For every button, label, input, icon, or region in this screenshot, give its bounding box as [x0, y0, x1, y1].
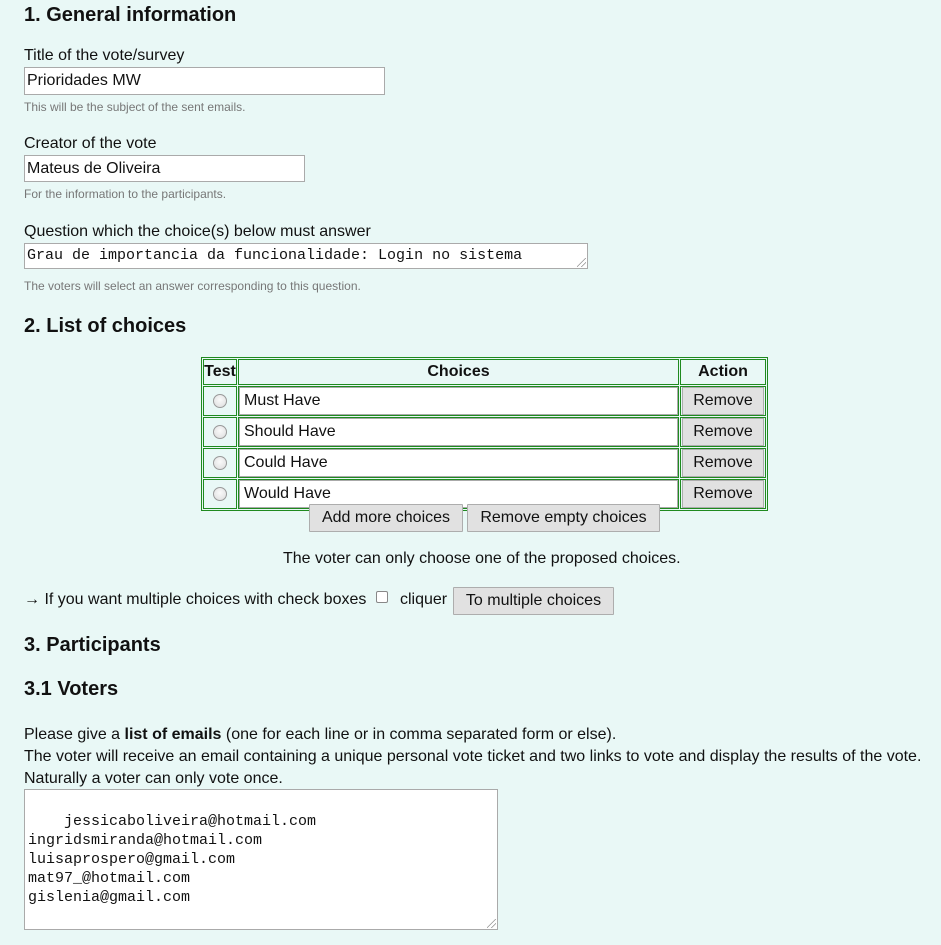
test-cell — [203, 448, 237, 478]
choices-table-header: Test Choices Action — [203, 359, 766, 385]
choices-table: Test Choices Action Must Have Remove Sho… — [201, 357, 768, 511]
test-radio[interactable] — [213, 394, 227, 408]
action-cell: Remove — [680, 417, 766, 447]
choice-row: Should Have Remove — [203, 417, 766, 447]
choice-row: Could Have Remove — [203, 448, 766, 478]
creator-input[interactable]: Mateus de Oliveira — [24, 155, 305, 182]
title-label: Title of the vote/survey — [24, 47, 185, 64]
voters-intro-before: Please give a — [24, 726, 125, 743]
column-action: Action — [680, 359, 766, 385]
test-cell — [203, 417, 237, 447]
voter-emails-text: jessicaboliveira@hotmail.com ingridsmira… — [28, 813, 317, 906]
voters-intro-bold: list of emails — [124, 726, 222, 743]
choice-row: Must Have Remove — [203, 386, 766, 416]
resize-handle-icon[interactable] — [487, 919, 496, 928]
remove-choice-button[interactable]: Remove — [682, 449, 764, 477]
column-test: Test — [203, 359, 237, 385]
multiple-choice-checkbox[interactable] — [376, 591, 388, 603]
choice-input[interactable]: Should Have — [239, 418, 678, 446]
choice-cell: Should Have — [238, 417, 679, 447]
question-textarea[interactable]: Grau de importancia da funcionalidade: L… — [24, 243, 588, 269]
cliquer-label: cliquer — [400, 591, 448, 608]
section-participants-heading: 3. Participants — [24, 634, 161, 656]
remove-choice-button[interactable]: Remove — [682, 387, 764, 415]
choice-cell: Must Have — [238, 386, 679, 416]
question-text: Grau de importancia da funcionalidade: L… — [27, 247, 523, 264]
column-choices: Choices — [238, 359, 679, 385]
choice-cell: Could Have — [238, 448, 679, 478]
test-cell — [203, 386, 237, 416]
voters-intro-after: (one for each line or in comma separated… — [221, 726, 617, 743]
creator-hint: For the information to the participants. — [24, 187, 227, 201]
section-general-heading: 1. General information — [24, 4, 237, 26]
to-multiple-choices-button[interactable]: To multiple choices — [453, 587, 614, 615]
choice-input[interactable]: Could Have — [239, 449, 678, 477]
multi-choice-prefix: → If you want multiple choices with chec… — [24, 591, 367, 608]
question-hint: The voters will select an answer corresp… — [24, 279, 361, 293]
action-cell: Remove — [680, 479, 766, 509]
test-radio[interactable] — [213, 425, 227, 439]
single-choice-note: The voter can only choose one of the pro… — [283, 550, 681, 567]
section-choices-heading: 2. List of choices — [24, 315, 187, 337]
resize-handle-icon[interactable] — [577, 258, 586, 267]
action-cell: Remove — [680, 386, 766, 416]
test-radio[interactable] — [213, 456, 227, 470]
creator-label: Creator of the vote — [24, 135, 157, 152]
remove-choice-button[interactable]: Remove — [682, 480, 764, 508]
test-cell — [203, 479, 237, 509]
title-input[interactable]: Prioridades MW — [24, 67, 385, 95]
remove-choice-button[interactable]: Remove — [682, 418, 764, 446]
voters-line2: The voter will receive an email containi… — [24, 748, 922, 765]
add-more-choices-button[interactable]: Add more choices — [309, 504, 463, 532]
action-cell: Remove — [680, 448, 766, 478]
voter-emails-textarea[interactable]: jessicaboliveira@hotmail.com ingridsmira… — [24, 789, 498, 930]
remove-empty-choices-button[interactable]: Remove empty choices — [467, 504, 660, 532]
choice-input[interactable]: Must Have — [239, 387, 678, 415]
test-radio[interactable] — [213, 487, 227, 501]
vote-form-page: 1. General information Title of the vote… — [0, 0, 941, 936]
question-label: Question which the choice(s) below must … — [24, 223, 371, 240]
voters-subheading: 3.1 Voters — [24, 678, 119, 700]
title-hint: This will be the subject of the sent ema… — [24, 100, 246, 114]
voters-line3: Naturally a voter can only vote once. — [24, 770, 283, 787]
voters-intro: Please give a list of emails (one for ea… — [24, 726, 616, 744]
